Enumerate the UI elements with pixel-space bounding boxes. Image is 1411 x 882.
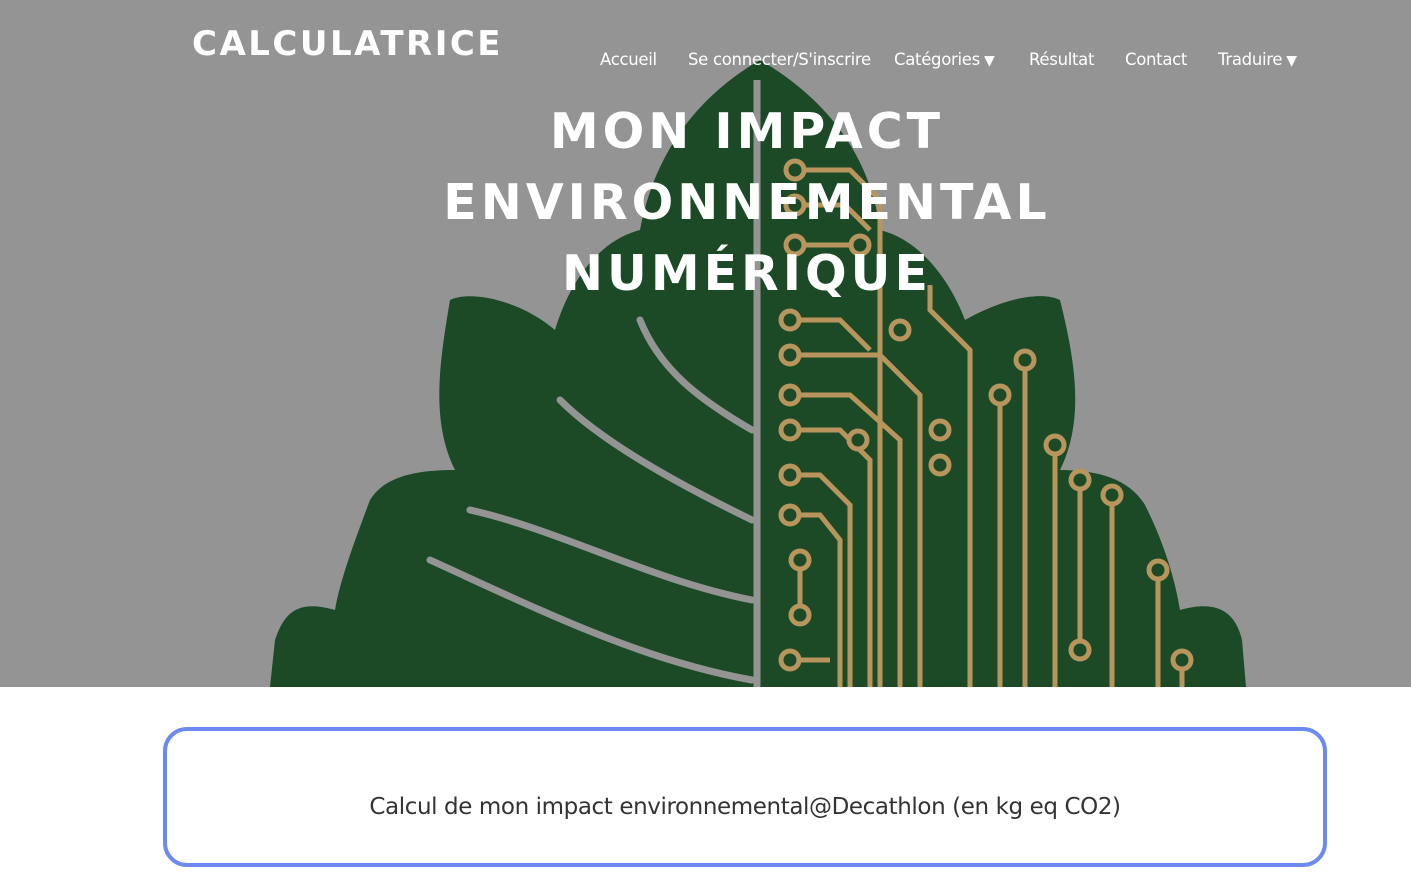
nav-item-label: Résultat — [1029, 50, 1095, 69]
page-title: MON IMPACT ENVIRONNEMENTAL NUMÉRIQUE — [0, 96, 1411, 309]
nav-item-label: Accueil — [600, 50, 657, 69]
calculator-heading: Calcul de mon impact environnemental@Dec… — [369, 794, 1121, 820]
caret-down-icon: ▼ — [983, 53, 995, 69]
nav-item-label: Traduire — [1218, 50, 1283, 69]
nav-item-label: Contact — [1125, 50, 1188, 69]
hero-banner: CALCULATRICE Accueil Se connecter/S'insc… — [0, 0, 1411, 687]
nav-item-categories[interactable]: Catégories ▼ — [894, 50, 995, 69]
nav-item-contact[interactable]: Contact — [1125, 50, 1187, 69]
nav-item-resultat[interactable]: Résultat — [1029, 50, 1094, 69]
calculator-panel: Calcul de mon impact environnemental@Dec… — [163, 727, 1327, 867]
caret-down-icon: ▼ — [1286, 53, 1297, 69]
nav-item-label: Se connecter/S'inscrire — [688, 50, 871, 69]
page-title-line: ENVIRONNEMENTAL — [443, 174, 1051, 231]
nav-item-accueil[interactable]: Accueil — [600, 50, 657, 69]
page-title-line: NUMÉRIQUE — [562, 245, 932, 302]
main-navigation: Accueil Se connecter/S'inscrire Catégori… — [0, 50, 1411, 76]
nav-item-label: Catégories — [894, 50, 980, 69]
nav-item-traduire[interactable]: Traduire ▼ — [1218, 50, 1297, 69]
page-title-line: MON IMPACT — [549, 103, 945, 160]
nav-item-login[interactable]: Se connecter/S'inscrire — [688, 50, 871, 69]
